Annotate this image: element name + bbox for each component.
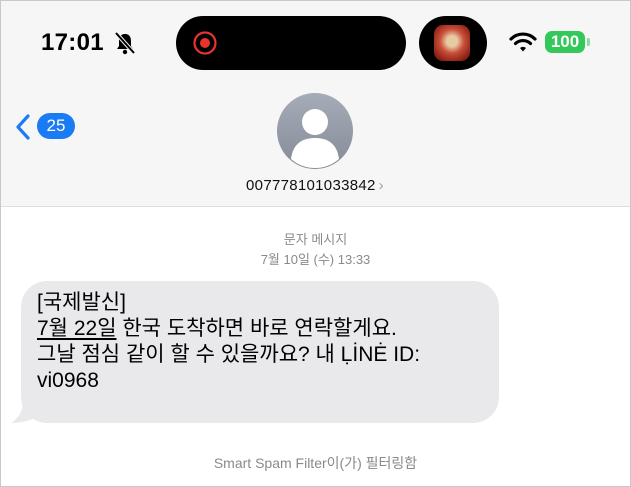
messages-screen: 17:01 100 25 007778101033842 › 문자 메시지 7월… bbox=[0, 0, 631, 487]
dynamic-island[interactable] bbox=[176, 16, 406, 70]
bell-slash-icon bbox=[114, 31, 136, 55]
status-time: 17:01 bbox=[41, 29, 104, 56]
contact-avatar[interactable] bbox=[277, 93, 353, 169]
live-activity[interactable] bbox=[419, 16, 487, 70]
wifi-icon bbox=[509, 32, 537, 52]
message-line: 그날 점심 같이 할 수 있을까요? 내 ḶİNĖ ID: bbox=[37, 343, 421, 366]
unread-count-badge: 25 bbox=[37, 113, 75, 139]
battery-indicator: 100 bbox=[545, 31, 585, 53]
back-button[interactable]: 25 bbox=[13, 111, 75, 143]
chevron-left-icon bbox=[16, 114, 30, 140]
chevron-right-icon: › bbox=[378, 177, 384, 194]
message-line: [국제발신] bbox=[37, 291, 126, 314]
person-silhouette-icon bbox=[291, 109, 339, 168]
screen-recording-icon bbox=[193, 31, 217, 55]
contact-number: 007778101033842 bbox=[246, 177, 376, 194]
contact-name[interactable]: 007778101033842 › bbox=[201, 177, 429, 194]
message-timestamp: 7월 10일 (수) 13:33 bbox=[260, 252, 371, 267]
conversation-header: 17:01 100 25 007778101033842 › bbox=[1, 1, 630, 207]
battery-nub bbox=[587, 38, 590, 46]
message-line: 7월 22일 한국 도착하면 바로 연락할게요. bbox=[37, 316, 481, 342]
message-bubble[interactable]: [국제발신] 7월 22일 한국 도착하면 바로 연락할게요. 그날 점심 같이… bbox=[21, 281, 499, 423]
message-type-label: 문자 메시지 bbox=[283, 232, 348, 247]
date-link[interactable]: 7월 22일 bbox=[37, 317, 117, 340]
spam-filter-notice: Smart Spam Filter이(가) 필터링함 bbox=[213, 455, 418, 471]
message-text: 한국 도착하면 바로 연락할게요. bbox=[116, 317, 397, 340]
message-line: vi0968 bbox=[37, 369, 99, 392]
media-thumbnail bbox=[434, 25, 470, 61]
